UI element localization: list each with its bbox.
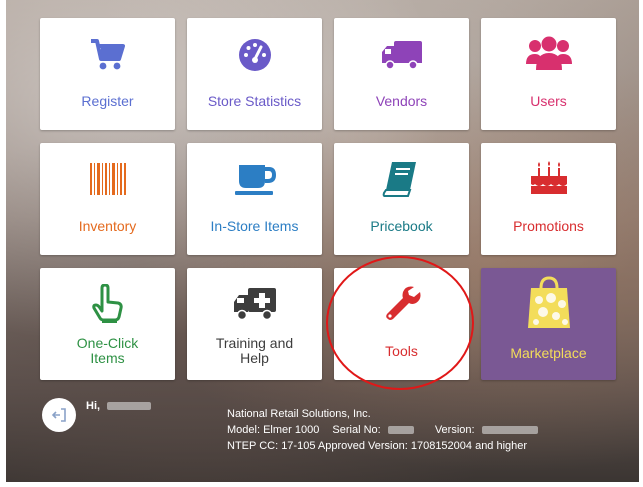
shopping-bag-icon — [481, 276, 616, 330]
tile-label: In-Store Items — [210, 217, 299, 234]
tile-one-click-items[interactable]: One-Click Items — [40, 268, 175, 380]
cart-icon — [40, 34, 175, 74]
hand-pointer-icon — [40, 284, 175, 324]
tile-promotions[interactable]: Promotions — [481, 143, 616, 255]
device-details: Model: Elmer 1000 Serial No: Version: — [227, 422, 538, 438]
wrench-icon — [334, 284, 469, 324]
redacted-serial — [387, 426, 414, 435]
company-name: National Retail Solutions, Inc. — [227, 408, 371, 420]
barcode-icon — [40, 159, 175, 199]
tile-label: Promotions — [513, 217, 584, 234]
logout-icon — [51, 408, 66, 422]
tile-training-and-help[interactable]: Training and Help — [187, 268, 322, 380]
tile-label: Inventory — [78, 217, 137, 234]
tile-label: One-Click Items — [76, 335, 139, 366]
truck-icon — [334, 34, 469, 74]
tile-label: Marketplace — [510, 344, 587, 361]
tile-marketplace[interactable]: Marketplace — [481, 268, 616, 380]
tile-in-store-items[interactable]: In-Store Items — [187, 143, 322, 255]
greeting: Hi, — [86, 400, 152, 412]
home-screen: Register Store Statistics Vendors Users … — [6, 0, 639, 482]
cake-icon — [481, 159, 616, 199]
tile-store-statistics[interactable]: Store Statistics — [187, 18, 322, 130]
tile-tools[interactable]: Tools — [334, 268, 469, 380]
tile-label: Users — [530, 92, 567, 109]
users-icon — [481, 34, 616, 74]
device-info: National Retail Solutions, Inc. Model: E… — [227, 406, 538, 454]
cup-icon — [187, 159, 322, 199]
logout-button[interactable] — [42, 398, 76, 432]
tile-pricebook[interactable]: Pricebook — [334, 143, 469, 255]
redacted-version — [481, 426, 538, 435]
app-frame: Register Store Statistics Vendors Users … — [0, 0, 643, 487]
ntep-info: NTEP CC: 17-105 Approved Version: 170815… — [227, 440, 528, 452]
tile-vendors[interactable]: Vendors — [334, 18, 469, 130]
ambulance-icon — [187, 284, 322, 324]
tile-label: Training and Help — [215, 335, 294, 366]
version-label: Version: — [434, 424, 475, 436]
tile-label: Store Statistics — [207, 92, 302, 109]
book-icon — [334, 159, 469, 199]
model-label: Model: Elmer 1000 — [227, 424, 320, 436]
serial-label: Serial No: — [332, 424, 381, 436]
tile-label: Vendors — [375, 92, 428, 109]
speedometer-icon — [187, 34, 322, 74]
redacted-username — [107, 402, 152, 411]
tile-users[interactable]: Users — [481, 18, 616, 130]
tile-label: Tools — [385, 342, 418, 359]
greeting-text: Hi, — [86, 400, 101, 412]
tile-label: Pricebook — [370, 217, 433, 234]
tile-inventory[interactable]: Inventory — [40, 143, 175, 255]
tile-register[interactable]: Register — [40, 18, 175, 130]
tile-label: Register — [81, 92, 134, 109]
